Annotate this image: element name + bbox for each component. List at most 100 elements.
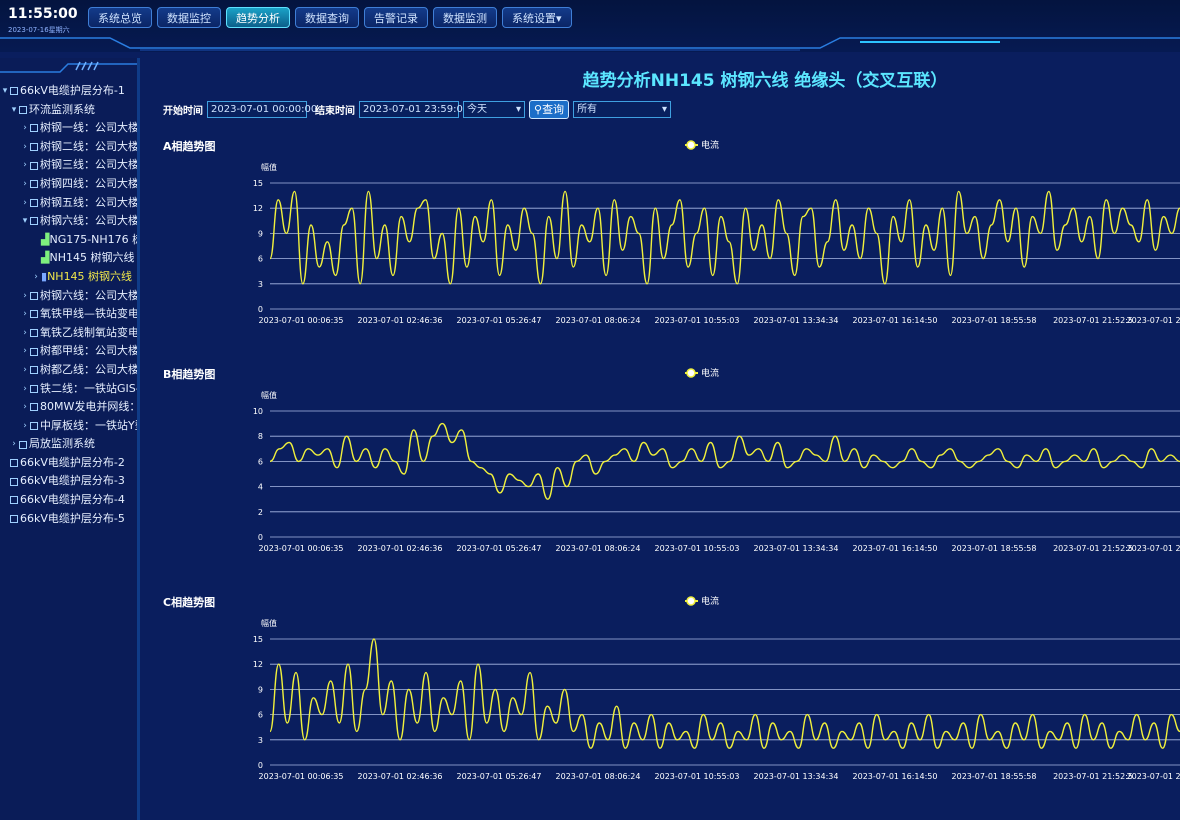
tree-item-label: 氧铁乙线制氧站变电所 [40, 325, 140, 339]
end-time-input[interactable]: 2023-07-01 23:59:00 [359, 101, 469, 118]
checkbox[interactable] [10, 514, 18, 523]
nav-tab-3[interactable]: 数据查询 [295, 7, 359, 28]
x-tick-label: 2023-07-01 05:26:47 [457, 772, 542, 781]
checkbox[interactable] [30, 384, 38, 393]
tree-item[interactable]: › 中厚板线：一铁站Y型 [0, 417, 137, 436]
tree-item[interactable]: › 树钢一线：公司大楼-2 [0, 119, 137, 138]
query-button[interactable]: ⚲查询 [529, 100, 570, 119]
checkbox[interactable] [30, 403, 38, 412]
tree-item[interactable]: 66kV电缆护层分布-4 [0, 491, 137, 510]
expand-arrow-icon[interactable]: › [31, 268, 41, 287]
y-tick-label: 9 [258, 685, 263, 694]
nav-tab-5[interactable]: 数据监测 [433, 7, 497, 28]
checkbox[interactable] [30, 421, 38, 430]
expand-arrow-icon[interactable]: › [20, 175, 30, 194]
legend: 电流 [685, 367, 719, 379]
tree-item-label: 66kV电缆护层分布-5 [20, 511, 125, 525]
chart-b: B相趋势图 电流 幅值 0 2 4 6 8 10 2023-07-01 00:06:35 2023… [140, 366, 1180, 566]
legend: 电流 [685, 139, 719, 151]
x-tick-label: 2023-07-01 00:06:35 [259, 772, 344, 781]
nav-tab-1[interactable]: 数据监控 [157, 7, 221, 28]
tree-item[interactable]: 66kV电缆护层分布-5 [0, 510, 137, 529]
tree-item[interactable]: ▟ NG175-NH176 树 [0, 231, 137, 250]
checkbox[interactable] [30, 347, 38, 356]
nav-tab-4[interactable]: 告警记录 [364, 7, 428, 28]
tree-item[interactable]: › 树钢六线：公司大楼-6 [0, 287, 137, 306]
start-time-input[interactable]: 2023-07-01 00:00:00 [207, 101, 317, 118]
checkbox[interactable] [30, 143, 38, 152]
tree-item-label: 66kV电缆护层分布-3 [20, 474, 125, 488]
checkbox[interactable] [10, 459, 18, 468]
y-tick-label: 15 [253, 635, 263, 644]
checkbox[interactable] [10, 477, 18, 486]
tree-item[interactable]: › 局放监测系统 [0, 435, 137, 454]
expand-arrow-icon[interactable]: › [20, 361, 30, 380]
x-tick-label: 2023-07-01 18:55:58 [952, 772, 1037, 781]
tree-item[interactable]: 66kV电缆护层分布-3 [0, 472, 137, 491]
checkbox[interactable] [30, 198, 38, 207]
expand-arrow-icon[interactable]: ▾ [9, 101, 19, 120]
expand-arrow-icon[interactable]: › [20, 194, 30, 213]
expand-arrow-icon[interactable]: › [9, 435, 19, 454]
main-nav: 系统总览 数据监控 趋势分析 数据查询 告警记录 数据监测 系统设置▾ [88, 7, 572, 28]
chevron-down-icon: ▾ [662, 104, 668, 115]
checkbox[interactable] [30, 366, 38, 375]
x-tick-label: 2023-07-01 00:06:35 [259, 544, 344, 553]
expand-arrow-icon[interactable]: › [20, 305, 30, 324]
x-tick-label: 2023-07-01 21:52:56 [1127, 316, 1180, 325]
tree-item[interactable]: › 树钢四线：公司大楼-2 [0, 175, 137, 194]
expand-arrow-icon[interactable]: › [20, 138, 30, 157]
checkbox[interactable] [19, 440, 27, 449]
expand-arrow-icon[interactable]: › [20, 324, 30, 343]
checkbox[interactable] [30, 310, 38, 319]
nav-tab-6[interactable]: 系统设置▾ [502, 7, 572, 28]
expand-arrow-icon[interactable]: › [20, 342, 30, 361]
nav-tab-2[interactable]: 趋势分析 [226, 7, 290, 28]
tree-item[interactable]: › 树钢五线：公司大楼-1 [0, 194, 140, 213]
expand-arrow-icon[interactable]: › [20, 156, 30, 175]
tree-item[interactable]: 66kV电缆护层分布-2 [0, 454, 137, 473]
checkbox[interactable] [30, 161, 38, 170]
series-line [269, 190, 1180, 285]
expand-arrow-icon[interactable]: ▾ [0, 82, 10, 101]
checkbox[interactable] [10, 87, 18, 96]
tree-item[interactable]: ▾ 环流监测系统 [0, 101, 137, 120]
checkbox[interactable] [30, 180, 38, 189]
y-tick-label: 6 [258, 711, 263, 720]
tree-item[interactable]: › 氧铁乙线制氧站变电所 [0, 324, 140, 343]
tree-item[interactable]: › 树都乙线：公司大楼-2 [0, 361, 137, 380]
checkbox[interactable] [10, 496, 18, 505]
legend-label: 电流 [701, 367, 719, 379]
checkbox[interactable] [19, 105, 27, 114]
type-select[interactable]: 所有 ▾ [573, 101, 672, 118]
x-tick-label: 2023-07-01 02:46:36 [358, 316, 443, 325]
tree-item[interactable]: › 铁二线：一铁站GIS-2 [0, 380, 137, 399]
expand-arrow-icon[interactable]: ▾ [20, 212, 30, 231]
checkbox[interactable] [30, 124, 38, 133]
tree-item[interactable]: ▾ 树钢六线：公司大楼-1 [0, 212, 137, 231]
tree-item[interactable]: › 树钢三线：公司大楼-2 [0, 156, 137, 175]
checkbox[interactable] [30, 329, 38, 338]
tree-item-label: 树钢二线：公司大楼- [40, 139, 140, 153]
expand-arrow-icon[interactable]: › [20, 398, 30, 417]
tree-item[interactable]: › 树钢二线：公司大楼- [0, 138, 140, 157]
checkbox[interactable] [30, 291, 38, 300]
tree-item[interactable]: ▾ 66kV电缆护层分布-1 [0, 82, 137, 101]
expand-arrow-icon[interactable]: › [20, 287, 30, 306]
y-tick-label: 8 [258, 432, 263, 441]
tree-item[interactable]: › ▮ NH145 树钢六线 [0, 268, 137, 287]
tree-item-label: 局放监测系统 [29, 437, 95, 451]
y-axis-label: 幅值 [261, 618, 277, 628]
range-select[interactable]: 今天 ▾ [463, 101, 525, 118]
tree-item[interactable]: ▟ NH145 树钢六线 绝 [0, 249, 137, 268]
tree-item-label: 树钢五线：公司大楼-1 [40, 195, 140, 209]
expand-arrow-icon[interactable]: › [20, 417, 30, 436]
tree-item[interactable]: › 树都甲线：公司大楼-2 [0, 342, 137, 361]
expand-arrow-icon[interactable]: › [20, 380, 30, 399]
expand-arrow-icon[interactable]: › [20, 119, 30, 138]
tree-item[interactable]: › 80MW发电并网线：- [0, 398, 137, 417]
nav-tab-0[interactable]: 系统总览 [88, 7, 152, 28]
x-tick-label: 2023-07-01 05:26:47 [457, 316, 542, 325]
checkbox[interactable] [30, 217, 38, 226]
tree-item[interactable]: › 氧铁甲线—铁站变电所 [0, 305, 137, 324]
